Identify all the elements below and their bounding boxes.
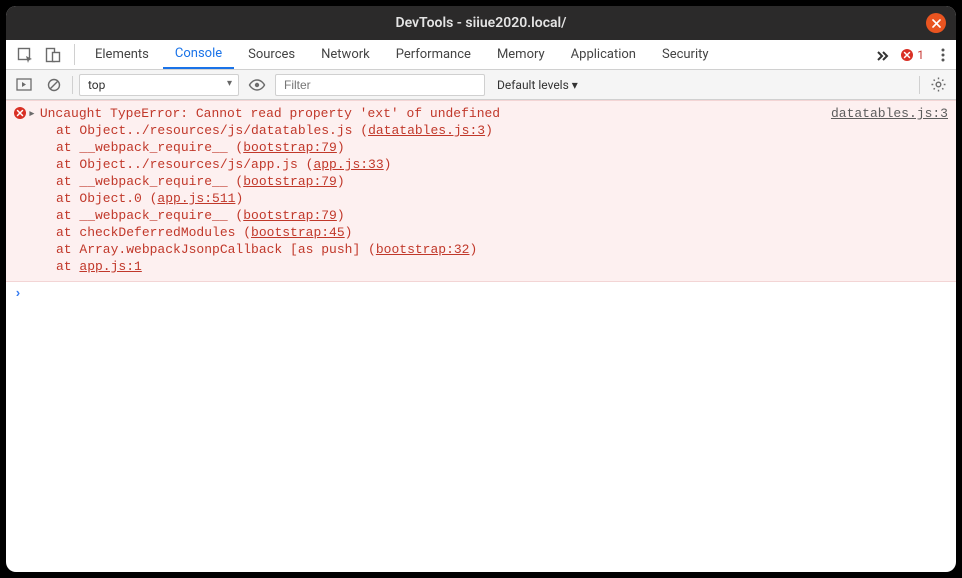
tab-network[interactable]: Network	[309, 40, 382, 69]
toggle-sidebar-icon[interactable]	[12, 74, 36, 96]
stack-frame-link[interactable]: app.js:33	[313, 157, 383, 172]
stack-frame: at __webpack_require__ (bootstrap:79)	[28, 173, 948, 190]
stack-frame: at __webpack_require__ (bootstrap:79)	[28, 207, 948, 224]
separator	[72, 76, 73, 94]
separator	[919, 76, 920, 94]
stack-frame: at Array.webpackJsonpCallback [as push] …	[28, 241, 948, 258]
tab-performance[interactable]: Performance	[384, 40, 483, 69]
error-gutter	[14, 105, 28, 275]
stack-frame-link[interactable]: bootstrap:32	[376, 242, 470, 257]
stack-frame-link[interactable]: bootstrap:79	[243, 174, 337, 189]
stack-frame: at Object.0 (app.js:511)	[28, 190, 948, 207]
filter-input[interactable]	[275, 74, 485, 96]
inspect-element-icon[interactable]	[12, 40, 38, 69]
separator	[74, 44, 75, 65]
clear-console-icon[interactable]	[42, 74, 66, 96]
chevron-down-icon: ▾	[572, 78, 578, 92]
stack-frame-link[interactable]: datatables.js:3	[368, 123, 485, 138]
stack-frame: at Object../resources/js/datatables.js (…	[28, 122, 948, 139]
log-levels-dropdown[interactable]: Default levels ▾	[491, 78, 584, 92]
stack-frame: at app.js:1	[28, 258, 948, 275]
close-icon[interactable]	[926, 13, 946, 33]
devtools-window: DevTools - siiue2020.local/ Elements Con…	[6, 6, 956, 572]
context-selector-value: top	[88, 78, 105, 92]
tab-memory[interactable]: Memory	[485, 40, 557, 69]
expand-toggle-icon[interactable]: ▸	[28, 105, 36, 122]
console-output[interactable]: ▸ Uncaught TypeError: Cannot read proper…	[6, 100, 956, 572]
live-expression-icon[interactable]	[245, 74, 269, 96]
stack-frame: at Object../resources/js/app.js (app.js:…	[28, 156, 948, 173]
stack-frame: at __webpack_require__ (bootstrap:79)	[28, 139, 948, 156]
stack-frame: at checkDeferredModules (bootstrap:45)	[28, 224, 948, 241]
console-toolbar: top Default levels ▾	[6, 70, 956, 100]
error-icon	[14, 107, 26, 119]
kebab-menu-icon[interactable]	[930, 40, 956, 69]
stack-frame-link[interactable]: bootstrap:79	[243, 140, 337, 155]
error-body: ▸ Uncaught TypeError: Cannot read proper…	[28, 105, 948, 275]
toggle-device-toolbar-icon[interactable]	[40, 40, 66, 69]
tab-console[interactable]: Console	[163, 40, 234, 69]
tab-application[interactable]: Application	[559, 40, 648, 69]
error-count: 1	[917, 48, 924, 62]
tab-elements[interactable]: Elements	[83, 40, 161, 69]
error-source-link[interactable]: datatables.js:3	[831, 105, 948, 122]
error-message-text: Uncaught TypeError: Cannot read property…	[40, 105, 815, 122]
error-message-block: ▸ Uncaught TypeError: Cannot read proper…	[6, 100, 956, 282]
tab-security[interactable]: Security	[650, 40, 721, 69]
stack-frame-link[interactable]: bootstrap:45	[251, 225, 345, 240]
titlebar: DevTools - siiue2020.local/	[6, 6, 956, 40]
error-icon	[901, 49, 913, 61]
stack-frame-link[interactable]: bootstrap:79	[243, 208, 337, 223]
stack-frame-link[interactable]: app.js:511	[157, 191, 235, 206]
log-levels-label: Default levels	[497, 78, 569, 92]
stack-frame-link[interactable]: app.js:1	[79, 259, 141, 274]
error-count-badge[interactable]: 1	[897, 40, 928, 69]
tab-sources[interactable]: Sources	[236, 40, 307, 69]
console-prompt[interactable]: ›	[6, 282, 956, 305]
window-title: DevTools - siiue2020.local/	[395, 15, 566, 31]
more-tabs-icon[interactable]	[869, 40, 895, 69]
tab-strip: Elements Console Sources Network Perform…	[6, 40, 956, 70]
console-settings-icon[interactable]	[926, 74, 950, 96]
context-selector[interactable]: top	[79, 74, 239, 96]
